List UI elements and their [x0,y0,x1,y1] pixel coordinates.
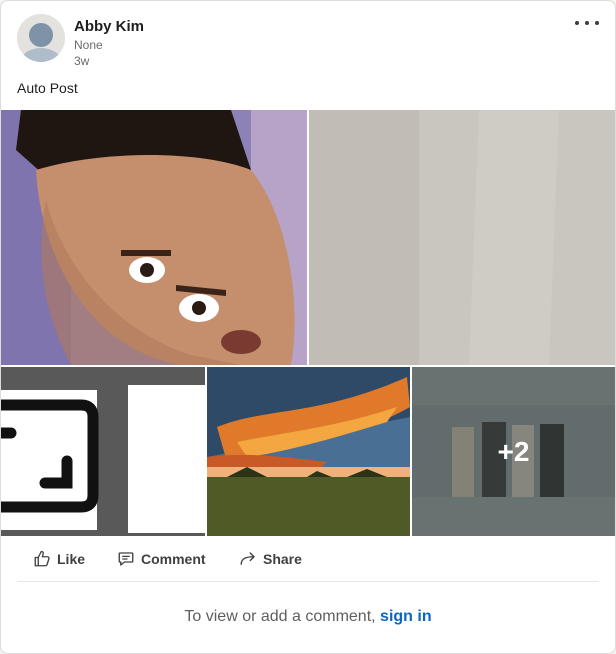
thumbs-up-icon [34,550,50,567]
author-name[interactable]: Abby Kim [74,18,144,35]
comment-label: Comment [141,551,206,567]
media-gallery: +2 [1,110,615,536]
post-actions: Like Comment Share [17,541,599,577]
like-label: Like [57,551,86,567]
post-time: 3w [74,54,90,68]
signin-prompt: To view or add a comment, sign in [1,608,615,626]
share-label: Share [263,551,302,567]
divider [17,581,599,582]
signin-prompt-text: To view or add a comment, [184,608,376,625]
avatar[interactable] [17,14,65,62]
signin-link[interactable]: sign in [380,608,432,625]
like-button[interactable]: Like [33,541,85,577]
gallery-image-3[interactable] [1,367,205,536]
gallery-image-1[interactable] [1,110,307,365]
comment-icon [118,552,134,566]
dot [585,21,589,25]
dot [575,21,579,25]
gallery-image-4[interactable] [207,367,410,536]
more-media-overlay[interactable]: +2 [412,367,615,536]
more-options-icon[interactable] [575,16,599,30]
comment-button[interactable]: Comment [117,541,206,577]
dot [595,21,599,25]
post-card: Abby Kim None 3w Auto Post +2 Like Comme… [0,0,616,654]
share-button[interactable]: Share [239,541,302,577]
gallery-image-5[interactable]: +2 [412,367,615,536]
post-header: Abby Kim None 3w [17,14,599,70]
gallery-image-2[interactable] [309,110,615,365]
avatar-placeholder-icon [17,14,65,62]
share-arrow-icon [240,552,255,565]
post-text: Auto Post [17,80,78,96]
author-headline: None [74,38,103,52]
